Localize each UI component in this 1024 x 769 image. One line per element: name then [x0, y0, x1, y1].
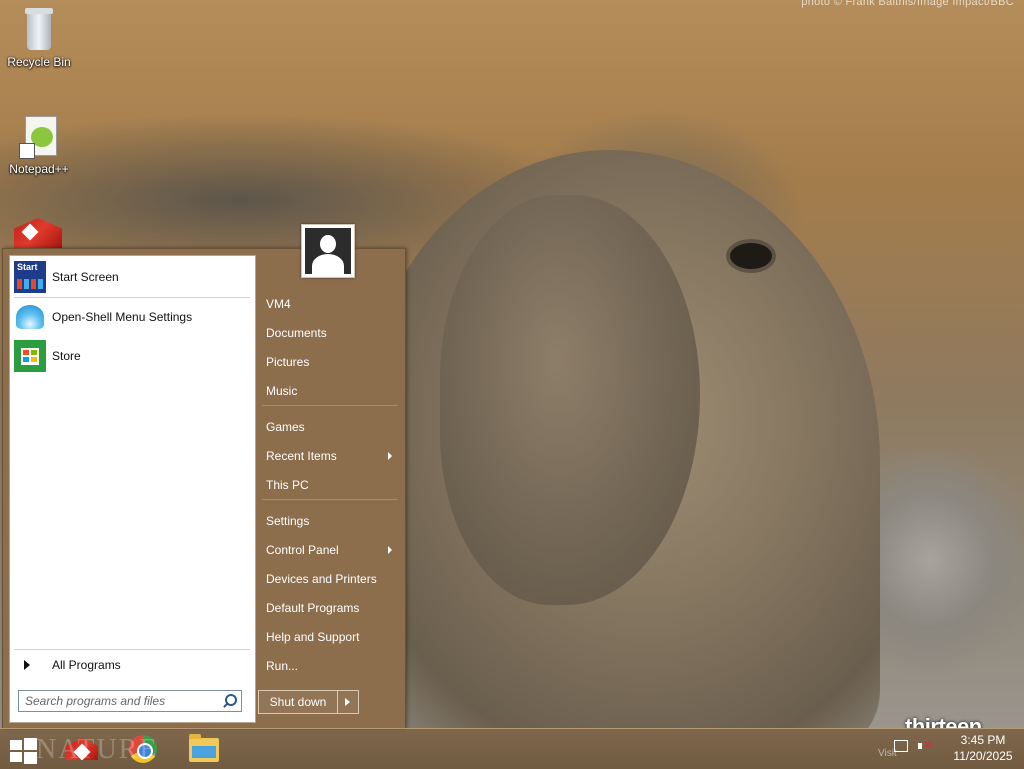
- nature-logo-text: NATURE: [36, 734, 159, 765]
- places-item-label: Help and Support: [266, 630, 360, 644]
- places-item-music[interactable]: Music: [262, 378, 398, 404]
- notepad-plus-plus-icon: [19, 113, 59, 159]
- places-item-label: Settings: [266, 514, 310, 528]
- wallpaper-seal-eye: [730, 243, 772, 269]
- submenu-arrow-icon: [388, 546, 392, 554]
- shutdown-group: Shut down: [258, 690, 359, 714]
- windows-logo-pane: [10, 752, 22, 762]
- places-item-label: Devices and Printers: [266, 572, 377, 586]
- clock-time: 3:45 PM: [960, 733, 1006, 747]
- places-item-label: Music: [266, 384, 298, 398]
- all-programs-button[interactable]: All Programs: [14, 652, 250, 678]
- volume-muted-icon[interactable]: [918, 740, 932, 752]
- file-explorer-icon: [189, 734, 219, 762]
- places-item-label: VM4: [266, 297, 291, 311]
- places-item-pictures[interactable]: Pictures: [262, 349, 398, 375]
- system-tray: Visit 3:45 PM 11/20/2025: [878, 728, 1024, 768]
- places-item-label: Documents: [266, 326, 327, 340]
- places-item-label: Default Programs: [266, 601, 360, 615]
- program-store[interactable]: Store: [14, 339, 250, 373]
- photo-credit: photo © Frank Balthis/Image Impact/BBC: [801, 0, 1014, 8]
- desktop-icon-notepad-plus-plus[interactable]: Notepad++: [2, 113, 76, 176]
- places-item-settings[interactable]: Settings: [262, 508, 398, 534]
- start-menu: Start Start Screen Open-Shell Menu Setti…: [2, 224, 406, 730]
- shutdown-button[interactable]: Shut down: [259, 691, 338, 713]
- divider: [14, 297, 250, 298]
- places-item-label: Pictures: [266, 355, 310, 369]
- start-button[interactable]: [8, 736, 38, 764]
- desktop-icon-nature-partial[interactable]: [14, 218, 64, 248]
- search-icon[interactable]: [220, 692, 238, 710]
- search-input[interactable]: [19, 694, 220, 708]
- program-start-screen[interactable]: Start Start Screen: [14, 260, 250, 294]
- places-item-run[interactable]: Run...: [262, 653, 398, 679]
- places-item-label: This PC: [266, 478, 309, 492]
- desktop-icon-label: Notepad++: [9, 162, 69, 176]
- taskbar-app-file-explorer[interactable]: [184, 732, 224, 766]
- places-item-games[interactable]: Games: [262, 414, 398, 440]
- divider: [14, 649, 250, 650]
- thirteen-watermark: thirteen: [905, 714, 982, 728]
- shutdown-options-button[interactable]: [338, 691, 358, 713]
- search-box[interactable]: [18, 690, 242, 712]
- places-item-default-programs[interactable]: Default Programs: [262, 595, 398, 621]
- program-label: Start Screen: [52, 270, 119, 284]
- desktop-icon-recycle-bin[interactable]: Recycle Bin: [2, 6, 76, 69]
- windows-logo-icon: [10, 740, 22, 750]
- places-item-recent-items[interactable]: Recent Items: [262, 443, 398, 469]
- submenu-arrow-icon: [388, 452, 392, 460]
- places-item-label: Control Panel: [266, 543, 339, 557]
- start-menu-programs-panel: Start Start Screen Open-Shell Menu Setti…: [9, 255, 256, 723]
- divider: [262, 499, 398, 500]
- program-open-shell-settings[interactable]: Open-Shell Menu Settings: [14, 300, 250, 334]
- program-label: Open-Shell Menu Settings: [52, 310, 193, 324]
- all-programs-label: All Programs: [52, 658, 121, 672]
- places-item-documents[interactable]: Documents: [262, 320, 398, 346]
- recycle-bin-icon: [22, 6, 56, 52]
- places-item-label: Run...: [266, 659, 299, 673]
- clock-date: 11/20/2025: [953, 749, 1013, 763]
- program-label: Store: [52, 349, 81, 363]
- start-screen-icon: Start: [14, 261, 46, 293]
- nature-app-icon: [14, 218, 62, 248]
- user-avatar[interactable]: [301, 224, 355, 278]
- desktop-icon-label: Recycle Bin: [7, 55, 71, 69]
- places-item-help-and-support[interactable]: Help and Support: [262, 624, 398, 650]
- clock[interactable]: 3:45 PM 11/20/2025: [948, 732, 1018, 764]
- places-item-devices-and-printers[interactable]: Devices and Printers: [262, 566, 398, 592]
- places-item-control-panel[interactable]: Control Panel: [262, 537, 398, 563]
- places-item-this-pc[interactable]: This PC: [262, 472, 398, 498]
- watermark-visit-text: Visit: [878, 748, 897, 759]
- places-item-label: Recent Items: [266, 449, 337, 463]
- divider: [262, 405, 398, 406]
- arrow-right-icon: [24, 660, 30, 670]
- places-item-label: Games: [266, 420, 305, 434]
- places-item-vm4[interactable]: VM4: [262, 291, 398, 317]
- open-shell-icon: [14, 301, 46, 333]
- store-icon: [14, 340, 46, 372]
